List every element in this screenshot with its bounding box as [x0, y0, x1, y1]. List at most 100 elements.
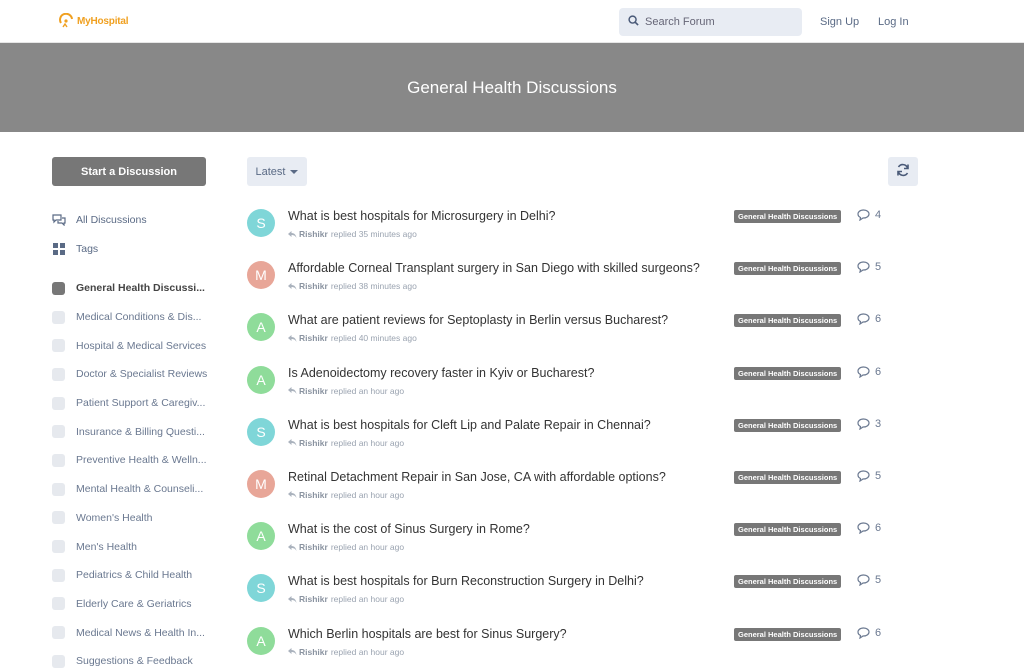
reply-count: 6 — [857, 366, 881, 378]
discussion-title[interactable]: Which Berlin hospitals are best for Sinu… — [288, 627, 567, 641]
tag-item-preventive-health[interactable]: Preventive Health & Welln... — [52, 446, 207, 475]
tag-item-suggestions[interactable]: Suggestions & Feedback — [52, 647, 207, 668]
sort-dropdown[interactable]: Latest — [247, 157, 307, 186]
avatar[interactable]: A — [247, 365, 275, 394]
discussion-item[interactable]: A Is Adenoidectomy recovery faster in Ky… — [247, 360, 927, 412]
tag-item-general-health[interactable]: General Health Discussi... — [52, 274, 207, 303]
reply-user[interactable]: Rishikr — [299, 594, 328, 604]
comment-icon — [857, 209, 870, 221]
discussion-item[interactable]: S What is best hospitals for Cleft Lip a… — [247, 412, 927, 464]
hero-banner: General Health Discussions — [0, 43, 1024, 132]
reply-time: replied an hour ago — [330, 646, 405, 657]
refresh-icon — [896, 163, 910, 180]
reply-user[interactable]: Rishikr — [299, 490, 328, 500]
tag-color-swatch — [52, 339, 65, 353]
page-title: General Health Discussions — [407, 77, 617, 97]
discussion-item[interactable]: M Retinal Detachment Repair in San Jose,… — [247, 464, 927, 516]
discussion-meta: Rishikr replied an hour ago — [288, 386, 404, 396]
tag-item-insurance-billing[interactable]: Insurance & Billing Questi... — [52, 417, 207, 446]
sign-up-link[interactable]: Sign Up — [820, 16, 859, 28]
discussion-item[interactable]: S What is best hospitals for Microsurger… — [247, 203, 927, 255]
refresh-button[interactable] — [888, 157, 918, 186]
tag-item-pediatrics[interactable]: Pediatrics & Child Health — [52, 561, 207, 590]
tag-color-swatch — [52, 626, 65, 640]
search-input[interactable] — [645, 16, 785, 28]
discussion-title[interactable]: What is best hospitals for Microsurgery … — [288, 209, 555, 223]
reply-icon — [288, 334, 297, 342]
tag-item-medical-conditions[interactable]: Medical Conditions & Dis... — [52, 303, 207, 332]
avatar[interactable]: S — [247, 574, 275, 603]
tag-item-mens-health[interactable]: Men's Health — [52, 532, 207, 561]
sidebar-item-label: Tags — [76, 242, 99, 255]
comment-icon — [857, 418, 870, 430]
discussion-title[interactable]: What is the cost of Sinus Surgery in Rom… — [288, 522, 530, 536]
tag-item-medical-news[interactable]: Medical News & Health In... — [52, 618, 207, 647]
tag-item-womens-health[interactable]: Women's Health — [52, 504, 207, 533]
discussion-item[interactable]: A Which Berlin hospitals are best for Si… — [247, 621, 927, 668]
discussion-tag-badge[interactable]: General Health Discussions — [734, 262, 842, 276]
start-discussion-button[interactable]: Start a Discussion — [52, 157, 206, 186]
tag-color-swatch — [52, 453, 65, 467]
tag-color-swatch — [52, 597, 65, 611]
reply-icon — [288, 491, 297, 499]
reply-icon — [288, 439, 297, 447]
discussion-meta: Rishikr replied an hour ago — [288, 490, 404, 500]
discussion-title[interactable]: Retinal Detachment Repair in San Jose, C… — [288, 470, 666, 484]
reply-user[interactable]: Rishikr — [299, 386, 328, 396]
tag-color-swatch — [52, 511, 65, 525]
tag-item-patient-support[interactable]: Patient Support & Caregiv... — [52, 389, 207, 418]
comment-icon — [857, 365, 870, 378]
reply-count: 5 — [857, 574, 881, 587]
reply-count: 6 — [857, 313, 881, 326]
discussion-tag-badge[interactable]: General Health Discussions — [734, 210, 842, 223]
discussion-tag-badge[interactable]: General Health Discussions — [734, 523, 842, 537]
discussion-tag-badge[interactable]: General Health Discussions — [734, 575, 842, 589]
site-logo[interactable]: MyHospital — [58, 12, 129, 29]
reply-user[interactable]: Rishikr — [299, 229, 328, 239]
discussion-item[interactable]: A What is the cost of Sinus Surgery in R… — [247, 516, 927, 568]
discussion-item[interactable]: M Affordable Corneal Transplant surgery … — [247, 255, 927, 307]
tag-item-mental-health[interactable]: Mental Health & Counseli... — [52, 475, 207, 504]
discussion-title[interactable]: What is best hospitals for Burn Reconstr… — [288, 574, 644, 588]
tag-item-hospital-services[interactable]: Hospital & Medical Services — [52, 331, 207, 360]
sort-label: Latest — [255, 165, 286, 178]
discussion-tag-badge[interactable]: General Health Discussions — [734, 366, 842, 380]
discussion-tag-badge[interactable]: General Health Discussions — [734, 314, 842, 328]
reply-user[interactable]: Rishikr — [299, 438, 328, 448]
reply-time: replied 40 minutes ago — [330, 333, 417, 344]
discussion-title[interactable]: What is best hospitals for Cleft Lip and… — [288, 418, 651, 432]
avatar[interactable]: M — [247, 261, 275, 290]
discussion-title[interactable]: What are patient reviews for Septoplasty… — [288, 313, 668, 327]
reply-user[interactable]: Rishikr — [299, 281, 328, 291]
avatar[interactable]: S — [247, 209, 275, 237]
tag-item-doctor-reviews[interactable]: Doctor & Specialist Reviews — [52, 360, 207, 389]
tag-label: Doctor & Specialist Reviews — [76, 368, 208, 381]
discussion-tag-badge[interactable]: General Health Discussions — [734, 418, 842, 432]
tag-label: Mental Health & Counseli... — [76, 483, 204, 496]
reply-count: 6 — [857, 522, 881, 535]
sidebar-item-tags[interactable]: Tags — [52, 234, 147, 263]
avatar[interactable]: S — [247, 417, 275, 446]
tag-label: Hospital & Medical Services — [76, 339, 207, 352]
avatar[interactable]: A — [247, 522, 275, 551]
avatar[interactable]: A — [247, 626, 275, 655]
log-in-link[interactable]: Log In — [878, 16, 909, 28]
avatar[interactable]: A — [247, 313, 275, 342]
discussion-tag-badge[interactable]: General Health Discussions — [734, 627, 842, 641]
sidebar-item-label: All Discussions — [76, 213, 147, 226]
avatar[interactable]: M — [247, 469, 275, 498]
reply-count: 3 — [857, 418, 881, 430]
tag-item-elderly-care[interactable]: Elderly Care & Geriatrics — [52, 590, 207, 619]
reply-count: 5 — [857, 261, 881, 274]
discussion-tag-badge[interactable]: General Health Discussions — [734, 470, 842, 484]
reply-user[interactable]: Rishikr — [299, 647, 328, 657]
reply-user[interactable]: Rishikr — [299, 542, 328, 552]
discussion-title[interactable]: Is Adenoidectomy recovery faster in Kyiv… — [288, 366, 594, 380]
reply-user[interactable]: Rishikr — [299, 333, 328, 343]
discussion-item[interactable]: S What is best hospitals for Burn Recons… — [247, 568, 927, 620]
discussion-item[interactable]: A What are patient reviews for Septoplas… — [247, 307, 927, 359]
sidebar-item-all-discussions[interactable]: All Discussions — [52, 205, 147, 234]
discussion-title[interactable]: Affordable Corneal Transplant surgery in… — [288, 261, 700, 275]
tag-label: Suggestions & Feedback — [76, 655, 193, 668]
search-box[interactable] — [619, 8, 802, 36]
